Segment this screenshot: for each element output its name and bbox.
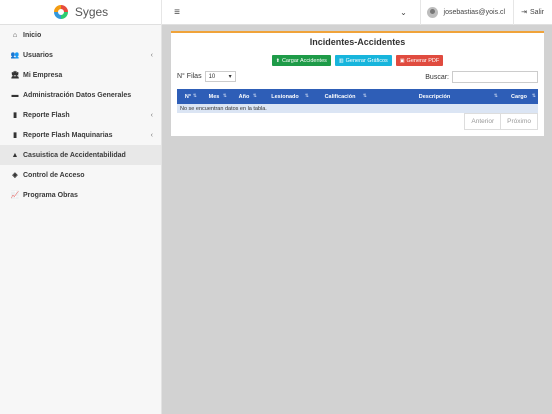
warning-icon: ▲ [11,151,19,159]
sidebar-item-inicio[interactable]: ⌂ Inicio [0,25,161,45]
sign-out-icon: ⇥ [521,9,527,16]
sidebar-item-mi-empresa[interactable]: 🏛 Mi Empresa [0,65,161,85]
page-title: Incidentes-Accidentes [309,37,406,47]
table-row: No se encuentran datos en la tabla. [177,104,538,113]
previous-page-button[interactable]: Anterior [464,113,502,130]
chevron-left-icon: ‹ [150,111,153,119]
sidebar: ⌂ Inicio 👥 Usuarios ‹ 🏛 Mi Empresa ▬ Adm… [0,25,162,414]
sort-icon: ⇅ [304,93,309,99]
sidebar-item-label: Casuistica de Accidentabilidad [23,151,126,159]
bank-icon: 🏛 [10,72,20,79]
sidebar-item-control-acceso[interactable]: ◈ Control de Acceso [0,165,161,185]
brand[interactable]: Syges [0,0,162,25]
file-icon: ▮ [13,132,17,139]
sidebar-item-programa-obras[interactable]: 📈 Programa Obras [0,185,161,205]
generate-pdf-label: Generar PDF [406,57,440,64]
generate-charts-button[interactable]: ▥ Generar Gráficos [334,55,392,66]
line-chart-icon: 📈 [10,192,20,199]
sidebar-item-reporte-flash-maquinarias[interactable]: ▮ Reporte Flash Maquinarias ‹ [0,125,161,145]
generate-charts-label: Generar Gráficos [345,57,388,64]
sidebar-item-label: Inicio [23,31,42,39]
chevron-left-icon: ‹ [150,51,153,59]
chevron-down-icon[interactable]: ⌄ [398,8,410,17]
sidebar-item-reporte-flash[interactable]: ▮ Reporte Flash ‹ [0,105,161,125]
sidebar-item-label: Reporte Flash Maquinarias [23,131,113,139]
rows-select[interactable]: 10 ▾ [204,71,236,82]
briefcase-icon: ▬ [11,91,19,99]
sort-icon: ⇅ [252,93,257,99]
syges-logo [53,5,68,19]
sort-icon: ⇅ [192,93,197,99]
empty-table-message: No se encuentran datos en la tabla. [177,104,538,113]
sidebar-item-label: Control de Acceso [23,171,85,179]
sidebar-item-usuarios[interactable]: 👥 Usuarios ‹ [0,45,161,65]
avatar [426,6,438,18]
search-input[interactable] [452,71,538,83]
column-header-calificacion[interactable]: Calificación ⇅ [311,89,369,104]
column-header-cargo[interactable]: Cargo ⇅ [500,89,538,104]
bar-chart-icon: ▥ [338,57,344,64]
pagination: Anterior Próximo [464,113,538,130]
sidebar-item-label: Programa Obras [23,191,78,199]
tag-icon: ◈ [12,172,18,179]
hamburger-icon[interactable]: ≡ [170,7,184,18]
next-page-button[interactable]: Próximo [501,113,538,130]
incidents-table: N° ⇅ Mes ⇅ Año ⇅ Lesionado ⇅ Calificación ⇅ D… [177,89,538,113]
logout-label: Salir [529,8,544,16]
column-header-mes[interactable]: Mes ⇅ [199,89,229,104]
incidents-panel: Incidentes-Accidentes ⬆ Cargar Accidente… [171,31,544,136]
sidebar-item-label: Mi Empresa [23,71,63,79]
search-label: Buscar: [425,73,449,81]
rows-value: 10 [208,73,216,80]
top-bar: Syges ≡ ⌄ josebastias@yois.cl ⇥ Salir [0,0,552,25]
home-icon: ⌂ [12,31,18,39]
user-menu[interactable]: josebastias@yois.cl [419,0,515,25]
pdf-icon: ▣ [399,57,405,64]
users-icon: 👥 [10,52,20,59]
sidebar-item-label: Administración Datos Generales [23,91,132,99]
column-header-lesionado[interactable]: Lesionado ⇅ [259,89,311,104]
caret-down-icon: ▾ [228,74,232,80]
upload-accidents-button[interactable]: ⬆ Cargar Accidentes [271,55,331,66]
rows-label: N° Filas [177,73,202,80]
sort-icon: ⇅ [362,93,367,99]
column-header-ano[interactable]: Año ⇅ [229,89,259,104]
sidebar-item-label: Usuarios [23,51,53,59]
search-box: Buscar: [425,71,538,83]
table-header-row: N° ⇅ Mes ⇅ Año ⇅ Lesionado ⇅ Calificación ⇅ D… [177,89,538,104]
sort-icon: ⇅ [493,93,498,99]
column-header-numero[interactable]: N° ⇅ [177,89,199,104]
rows-filter: N° Filas 10 ▾ [177,71,236,82]
file-icon: ▮ [13,112,17,119]
action-buttons: ⬆ Cargar Accidentes ▥ Generar Gráficos ▣… [171,55,544,66]
chevron-left-icon: ‹ [150,131,153,139]
column-header-descripcion[interactable]: Descripción ⇅ [369,89,500,104]
user-email: josebastias@yois.cl [443,8,506,16]
logout-button[interactable]: ⇥ Salir [514,8,552,17]
upload-accidents-label: Cargar Accidentes [281,57,327,64]
generate-pdf-button[interactable]: ▣ Generar PDF [395,55,444,66]
upload-icon: ⬆ [275,57,280,64]
sidebar-item-administracion[interactable]: ▬ Administración Datos Generales [0,85,161,105]
sidebar-item-label: Reporte Flash [23,111,70,119]
sidebar-item-casuistica[interactable]: ▲ Casuistica de Accidentabilidad [0,145,161,165]
app-name: Syges [74,5,109,19]
sort-icon: ⇅ [531,93,536,99]
sort-icon: ⇅ [222,93,227,99]
